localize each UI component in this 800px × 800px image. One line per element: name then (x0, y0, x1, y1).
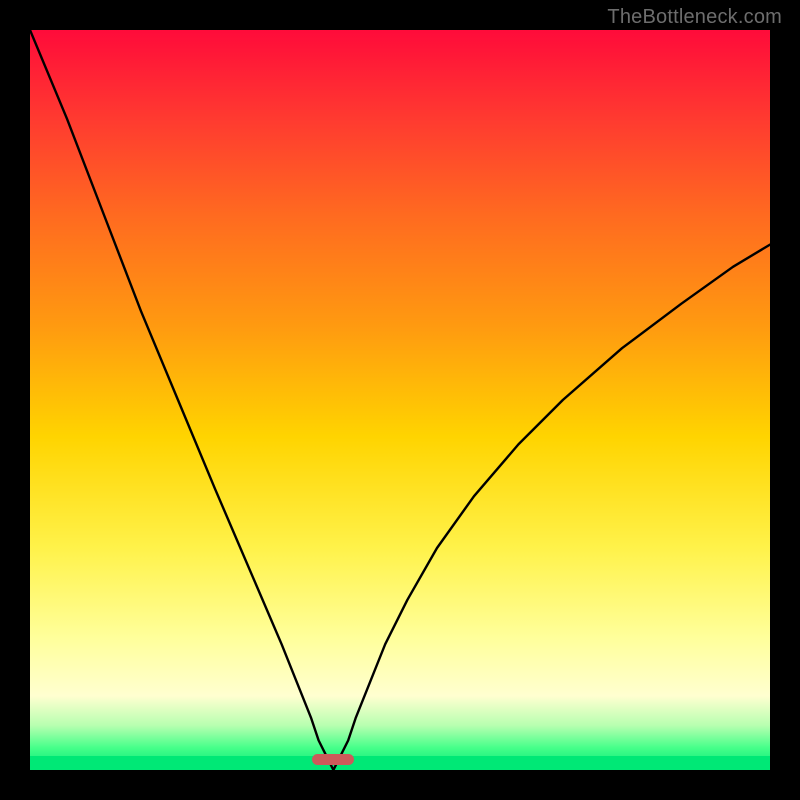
optimum-indicator (312, 754, 354, 765)
chart-plot-area (30, 30, 770, 770)
watermark-text: TheBottleneck.com (607, 6, 782, 29)
bottleneck-curve (30, 30, 770, 770)
